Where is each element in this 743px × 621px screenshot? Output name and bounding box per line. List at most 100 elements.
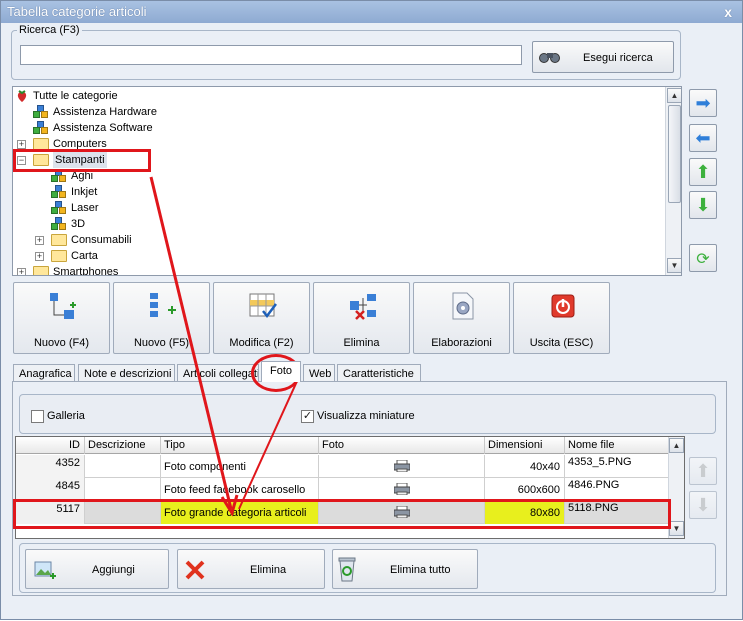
tree-item-label: Consumabili [71, 234, 132, 246]
check-icon: ✓ [302, 410, 313, 422]
cell-id: 4845 [16, 478, 85, 501]
title-bar: Tabella categorie articoli x [1, 1, 742, 23]
scroll-up-icon[interactable]: ▲ [667, 88, 681, 103]
new-f4-label: Nuovo (F4) [33, 337, 90, 349]
row-down-button[interactable]: ⬇ [689, 491, 717, 519]
exit-button[interactable]: Uscita (ESC) [513, 282, 610, 354]
cubes-icon [51, 185, 67, 199]
edit-button[interactable]: Modifica (F2) [213, 282, 310, 354]
strawberry-icon [15, 89, 29, 103]
move-up-button[interactable]: ⬆ [689, 158, 717, 186]
arrow-up-icon: ⬆ [695, 162, 711, 182]
gallery-checkbox[interactable] [31, 410, 44, 423]
delete-all-label: Elimina tutto [390, 564, 451, 576]
tab-note-descrizioni[interactable]: Note e descrizioni [78, 364, 175, 382]
arrow-left-icon: ⬅ [695, 128, 711, 148]
expand-icon[interactable]: + [17, 140, 26, 149]
cubes-icon [33, 105, 49, 119]
table-row[interactable]: 4352 Foto componenti 40x40 4353_5.PNG [16, 455, 668, 478]
add-child-icon [48, 291, 78, 321]
cell-foto [319, 478, 485, 501]
arrow-up-icon: ⬆ [695, 461, 711, 481]
move-down-button[interactable]: ⬇ [689, 191, 717, 219]
binoculars-icon [539, 51, 561, 63]
new-f5-button[interactable]: Nuovo (F5) [113, 282, 210, 354]
col-header-dimensioni[interactable]: Dimensioni [485, 437, 565, 454]
scroll-thumb[interactable] [668, 105, 681, 203]
thumbnails-checkbox[interactable]: ✓ [301, 410, 314, 423]
search-input[interactable] [20, 45, 522, 65]
delete-photo-button[interactable]: Elimina [177, 549, 325, 589]
tab-label: Articoli collegati [183, 368, 259, 380]
scroll-up-icon[interactable]: ▲ [669, 438, 684, 453]
annotation-box-stampanti [13, 149, 151, 172]
arrow-down-icon: ⬇ [695, 195, 711, 215]
expand-icon[interactable]: + [35, 236, 44, 245]
tree-item-label: Smartphones [53, 266, 119, 276]
delete-button[interactable]: Elimina [313, 282, 410, 354]
arrow-right-icon: ➡ [695, 93, 711, 113]
table-edit-icon [248, 291, 278, 321]
cell-dimensioni: 600x600 [485, 478, 565, 501]
row-up-button[interactable]: ⬆ [689, 457, 717, 485]
tree-item-label: Tutte le categorie [33, 90, 118, 102]
photo-thumbnail-icon [393, 459, 411, 473]
search-button-label: Esegui ricerca [583, 52, 653, 64]
cell-foto [319, 455, 485, 478]
recycle-bin-icon [336, 555, 358, 583]
window-title: Tabella categorie articoli [7, 4, 147, 19]
tab-label: Foto [270, 365, 293, 377]
exit-label: Uscita (ESC) [529, 337, 594, 349]
tab-label: Note e descrizioni [84, 368, 172, 380]
edit-label: Modifica (F2) [229, 337, 294, 349]
scroll-down-icon[interactable]: ▼ [669, 521, 684, 536]
search-button[interactable]: Esegui ricerca [532, 41, 674, 73]
app-window: Tabella categorie articoli x Ricerca (F3… [0, 0, 743, 620]
cell-descrizione [85, 455, 161, 478]
tree-scrollbar[interactable]: ▲ ▼ [665, 87, 681, 275]
move-right-button[interactable]: ➡ [689, 89, 717, 117]
tree-item-label: Inkjet [71, 186, 98, 198]
move-left-button[interactable]: ⬅ [689, 124, 717, 152]
add-photo-button[interactable]: Aggiungi [25, 549, 169, 589]
scroll-down-icon[interactable]: ▼ [667, 258, 681, 273]
table-row[interactable]: 4845 Foto feed facebook carosello 600x60… [16, 478, 668, 501]
col-header-nome-file[interactable]: Nome file [565, 437, 668, 454]
tab-caratteristiche[interactable]: Caratteristiche [337, 364, 421, 382]
photo-thumbnail-icon [393, 482, 411, 496]
tab-label: Anagrafica [19, 368, 72, 380]
tab-label: Web [309, 368, 332, 380]
expand-icon[interactable]: + [17, 268, 26, 275]
tab-anagrafica[interactable]: Anagrafica [13, 364, 75, 382]
col-header-tipo[interactable]: Tipo [161, 437, 319, 454]
thumbnails-label: Visualizza miniature [317, 410, 415, 422]
delete-photo-label: Elimina [250, 564, 287, 576]
cell-nome-file: 4846.PNG [568, 479, 620, 491]
delete-node-icon [348, 291, 378, 321]
gear-document-icon [448, 291, 478, 321]
tree-item-label: 3D [71, 218, 86, 230]
expand-icon[interactable]: + [35, 252, 44, 261]
new-f4-button[interactable]: Nuovo (F4) [13, 282, 110, 354]
cell-tipo: Foto componenti [161, 455, 319, 478]
col-header-foto[interactable]: Foto [319, 437, 485, 454]
folder-icon [33, 266, 49, 275]
close-icon[interactable]: x [724, 4, 732, 20]
cell-tipo: Foto feed facebook carosello [161, 478, 319, 501]
delete-all-button[interactable]: Elimina tutto [332, 549, 478, 589]
power-icon [548, 291, 578, 321]
col-header-id[interactable]: ID [16, 437, 85, 454]
search-group-label: Ricerca (F3) [17, 24, 82, 36]
new-f5-label: Nuovo (F5) [133, 337, 190, 349]
tab-articoli-collegati[interactable]: Articoli collegati [177, 364, 259, 382]
category-tree[interactable]: Tutte le categorie Assistenza Hardware A… [12, 86, 682, 276]
cubes-icon [51, 217, 67, 231]
cell-dimensioni: 40x40 [485, 455, 565, 478]
tab-foto[interactable]: Foto [261, 361, 301, 382]
processing-button[interactable]: Elaborazioni [413, 282, 510, 354]
tab-web[interactable]: Web [303, 364, 335, 382]
processing-label: Elaborazioni [431, 337, 492, 349]
col-header-descrizione[interactable]: Descrizione [85, 437, 161, 454]
refresh-button[interactable]: ⟳ [689, 244, 717, 272]
refresh-icon: ⟳ [696, 251, 710, 268]
